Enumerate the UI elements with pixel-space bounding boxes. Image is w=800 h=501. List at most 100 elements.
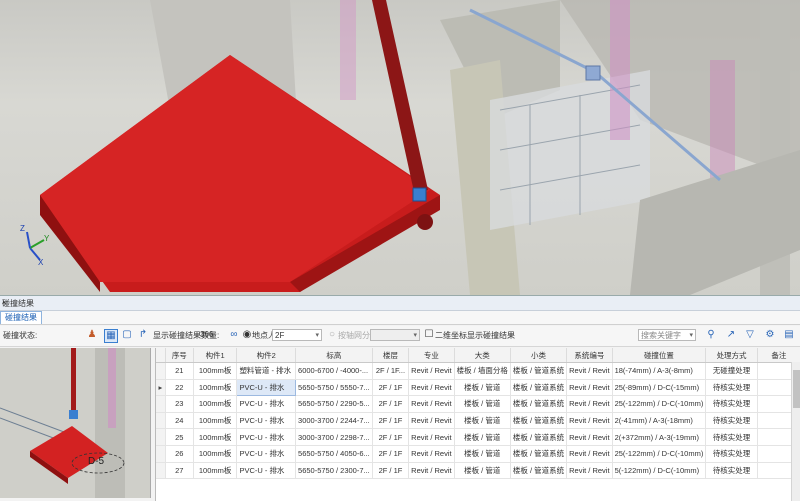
column-header[interactable]: 楼层	[372, 348, 410, 363]
table-cell[interactable]: 21	[165, 362, 194, 380]
table-cell[interactable]: PVC-U - 排水	[236, 462, 297, 480]
table-cell[interactable]: PVC-U - 排水	[236, 378, 297, 397]
row-indicator[interactable]	[156, 462, 166, 480]
grid-view-icon[interactable]: ▦	[104, 329, 118, 343]
collision-thumbnail[interactable]: D-5	[0, 348, 151, 498]
table-row[interactable]: 24 100mm板 PVC-U - 排水 3000-3700 / 2244-7... 2…	[156, 412, 800, 430]
table-cell[interactable]: PVC-U - 排水	[236, 395, 297, 413]
table-cell[interactable]: 27	[165, 462, 194, 480]
table-cell[interactable]: 待核实处理	[705, 462, 758, 480]
table-row[interactable]: 27 100mm板 PVC-U - 排水 5650-5750 / 2300-7... 2…	[156, 462, 800, 480]
table-cell[interactable]: 楼板 / 管道	[454, 379, 511, 397]
table-cell[interactable]: Revit / Revit	[408, 462, 455, 480]
table-cell[interactable]: 5650-5750 / 4050-6...	[295, 445, 373, 463]
table-cell[interactable]: 100mm板	[193, 462, 238, 480]
table-cell[interactable]: 100mm板	[193, 428, 238, 446]
table-cell[interactable]: PVC-U - 排水	[236, 412, 297, 430]
table-cell[interactable]: 2F / 1F	[372, 445, 410, 463]
table-cell[interactable]: 楼板 / 管道	[454, 445, 511, 463]
locate-icon[interactable]: ⚲	[705, 329, 717, 341]
save-icon[interactable]: ▤	[783, 329, 795, 341]
table-cell[interactable]: 25(-122mm) / D-C(-10mm)	[612, 445, 707, 463]
row-indicator[interactable]	[156, 412, 166, 430]
table-cell[interactable]: 2F / 1F...	[372, 362, 410, 380]
scrollbar-thumb[interactable]	[793, 370, 800, 408]
table-cell[interactable]: 3000-3700 / 2298-7...	[295, 428, 373, 446]
vertical-scrollbar[interactable]	[791, 362, 800, 501]
table-row[interactable]: 25 100mm板 PVC-U - 排水 3000-3700 / 2298-7... 2…	[156, 428, 800, 446]
table-cell[interactable]: Revit / Revit	[566, 412, 613, 430]
table-cell[interactable]: Revit / Revit	[408, 379, 455, 397]
row-indicator[interactable]: ▸	[156, 379, 166, 397]
table-cell[interactable]: 5650-5750 / 2290-5...	[295, 395, 373, 413]
table-cell[interactable]: 5(-122mm) / D-C(-10mm)	[612, 462, 707, 480]
table-cell[interactable]: 2(-41mm) / A-3(-18mm)	[612, 412, 707, 430]
column-header[interactable]: 序号	[165, 348, 194, 363]
close-icon[interactable]: ×	[2, 298, 796, 307]
table-cell[interactable]: 100mm板	[193, 362, 238, 380]
table-cell[interactable]: 18(-74mm) / A-3(-8mm)	[612, 362, 707, 380]
table-cell[interactable]: PVC-U - 排水	[236, 428, 297, 446]
table-cell[interactable]: 100mm板	[193, 445, 238, 463]
person-icon[interactable]: ♟	[86, 329, 98, 341]
table-cell[interactable]: Revit / Revit	[566, 462, 613, 480]
zone-select[interactable]: ▾	[370, 329, 420, 341]
table-cell[interactable]: 楼板 / 管道系统	[510, 412, 568, 430]
tab-collision-results[interactable]: 碰撞结果	[0, 311, 42, 324]
row-indicator[interactable]	[156, 362, 166, 380]
table-cell[interactable]: 无碰撞处理	[705, 362, 758, 380]
column-header[interactable]: 碰撞位置	[612, 348, 707, 363]
column-header[interactable]: 备注	[757, 348, 800, 363]
image-view-icon[interactable]: ▢	[121, 329, 133, 341]
table-cell[interactable]: 25	[165, 428, 194, 446]
table-cell[interactable]: 100mm板	[193, 379, 238, 397]
table-row[interactable]: 23 100mm板 PVC-U - 排水 5650-5750 / 2290-5... 2…	[156, 395, 800, 413]
table-cell[interactable]: 待核实处理	[705, 395, 758, 413]
table-row[interactable]: ▸ 22 100mm板 PVC-U - 排水 5650-5750 / 5550-7...…	[156, 378, 800, 397]
table-cell[interactable]: 2(+372mm) / A-3(-19mm)	[612, 428, 707, 446]
table-cell[interactable]: 楼板 / 管道系统	[510, 428, 568, 446]
table-cell[interactable]: 25(-89mm) / D-C(-15mm)	[612, 379, 707, 397]
floor-select[interactable]: 2F ▾	[272, 329, 322, 341]
table-cell[interactable]: Revit / Revit	[408, 445, 455, 463]
table-cell[interactable]: 2F / 1F	[372, 412, 410, 430]
collision-marker-icon[interactable]	[412, 187, 427, 202]
table-cell[interactable]: 5650-5750 / 2300-7...	[295, 462, 373, 480]
table-cell[interactable]: Revit / Revit	[566, 445, 613, 463]
table-row[interactable]: 21 100mm板 塑料管道 - 排水 6000-6700 / -4000-... 2F…	[156, 362, 800, 380]
table-cell[interactable]: 24	[165, 412, 194, 430]
table-cell[interactable]: 楼板 / 管道	[454, 412, 511, 430]
table-cell[interactable]: 楼板 / 管道系统	[510, 445, 568, 463]
link-icon[interactable]: ∞	[228, 329, 240, 341]
table-cell[interactable]: Revit / Revit	[566, 362, 613, 380]
table-cell[interactable]: 塑料管道 - 排水	[236, 362, 297, 380]
table-cell[interactable]: Revit / Revit	[566, 428, 613, 446]
table-cell[interactable]: Revit / Revit	[408, 362, 455, 380]
table-cell[interactable]: 楼板 / 管道系统	[510, 379, 568, 397]
table-cell[interactable]: 3000-3700 / 2244-7...	[295, 412, 373, 430]
table-cell[interactable]: 2F / 1F	[372, 395, 410, 413]
row-indicator[interactable]	[156, 428, 166, 446]
table-cell[interactable]: 楼板 / 管道	[454, 428, 511, 446]
column-header[interactable]: 构件2	[236, 348, 297, 363]
column-header[interactable]: 专业	[408, 348, 455, 363]
table-cell[interactable]: PVC-U - 排水	[236, 445, 297, 463]
table-cell[interactable]: 2F / 1F	[372, 462, 410, 480]
table-cell[interactable]: 待核实处理	[705, 445, 758, 463]
table-cell[interactable]: 待核实处理	[705, 412, 758, 430]
column-header[interactable]: 系统编号	[566, 348, 613, 363]
column-header[interactable]: 标高	[295, 348, 373, 363]
table-cell[interactable]: Revit / Revit	[408, 395, 455, 413]
column-header[interactable]: 小类	[510, 348, 568, 363]
table-cell[interactable]: 楼板 / 管道	[454, 462, 511, 480]
column-header[interactable]: 构件1	[193, 348, 238, 363]
table-cell[interactable]: 楼板 / 管道	[454, 395, 511, 413]
table-cell[interactable]: Revit / Revit	[566, 379, 613, 397]
table-cell[interactable]: 23	[165, 395, 194, 413]
export-icon[interactable]: ↱	[137, 329, 149, 341]
table-cell[interactable]: 25(-122mm) / D-C(-10mm)	[612, 395, 707, 413]
table-cell[interactable]: 待核实处理	[705, 428, 758, 446]
table-cell[interactable]: 楼板 / 管道系统	[510, 462, 568, 480]
table-cell[interactable]: 100mm板	[193, 395, 238, 413]
table-cell[interactable]: Revit / Revit	[408, 428, 455, 446]
